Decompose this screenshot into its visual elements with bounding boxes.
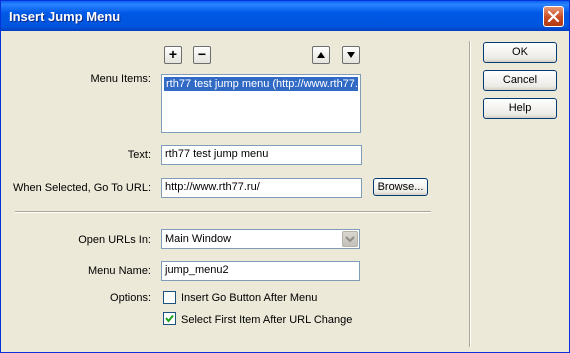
text-field[interactable]: rth77 test jump menu	[161, 145, 362, 165]
checkmark-icon	[165, 314, 174, 323]
menu-name-field[interactable]: jump_menu2	[161, 261, 360, 281]
dialog-title: Insert Jump Menu	[9, 9, 121, 24]
menu-name-label: Menu Name:	[88, 265, 151, 277]
minus-icon: −	[197, 46, 207, 62]
add-item-button[interactable]: +	[164, 46, 182, 64]
remove-item-button[interactable]: −	[193, 46, 211, 64]
button-column-divider	[469, 41, 471, 347]
move-down-button[interactable]	[342, 46, 360, 64]
ok-button[interactable]: OK	[483, 42, 557, 63]
close-icon	[547, 10, 560, 23]
open-urls-label: Open URLs In:	[78, 234, 151, 246]
title-bar[interactable]: Insert Jump Menu	[1, 1, 569, 31]
plus-icon: +	[168, 46, 178, 62]
section-divider	[15, 211, 431, 213]
select-first-checkbox[interactable]	[163, 312, 176, 325]
url-field[interactable]: http://www.rth77.ru/	[161, 178, 362, 198]
chevron-down-icon	[345, 236, 355, 243]
move-up-button[interactable]	[312, 46, 330, 64]
open-urls-select[interactable]: Main Window	[161, 229, 360, 249]
select-first-label[interactable]: Select First Item After URL Change	[181, 314, 352, 326]
list-item[interactable]: rth77 test jump menu (http://www.rth77.r	[164, 77, 358, 91]
insert-go-label[interactable]: Insert Go Button After Menu	[181, 292, 317, 304]
browse-button[interactable]: Browse...	[373, 178, 428, 196]
triangle-up-icon	[317, 52, 325, 58]
url-label: When Selected, Go To URL:	[13, 182, 151, 194]
dropdown-button[interactable]	[342, 231, 358, 247]
help-button[interactable]: Help	[483, 98, 557, 119]
insert-go-checkbox[interactable]	[163, 291, 176, 304]
insert-jump-menu-dialog: Insert Jump Menu + − Menu Items: rth77 t…	[0, 0, 570, 353]
triangle-down-icon	[347, 52, 355, 58]
menu-items-list[interactable]: rth77 test jump menu (http://www.rth77.r	[161, 74, 361, 133]
close-button[interactable]	[543, 6, 564, 27]
text-label: Text:	[127, 149, 151, 161]
cancel-button[interactable]: Cancel	[483, 70, 557, 91]
menu-items-label: Menu Items:	[90, 73, 151, 85]
options-label: Options:	[110, 292, 151, 304]
open-urls-value: Main Window	[165, 233, 232, 245]
